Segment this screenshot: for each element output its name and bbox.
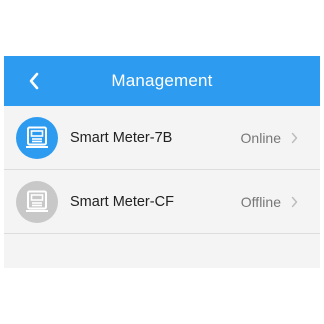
app-bar: Management [4,56,320,106]
back-button[interactable] [18,56,50,106]
device-item-smart-meter-7b[interactable]: Smart Meter-7B Online [4,106,320,170]
chevron-right-icon [291,132,298,144]
device-name: Smart Meter-CF [70,193,174,210]
smart-meter-icon [16,180,58,223]
chevron-left-icon [28,72,40,90]
list-empty-area [4,234,320,268]
top-blank-area [0,0,324,56]
bottom-blank-area [0,268,324,324]
page-title: Management [111,71,213,90]
device-status: Online [240,129,281,146]
device-name: Smart Meter-7B [70,129,173,146]
chevron-right-icon [291,196,298,208]
device-item-smart-meter-cf[interactable]: Smart Meter-CF Offline [4,170,320,234]
management-screen: Management Smart Meter-7B Online Smart M… [0,0,324,324]
device-list: Smart Meter-7B Online Smart Meter-CF Off… [4,106,320,268]
smart-meter-icon [16,116,58,159]
device-status: Offline [240,193,281,210]
